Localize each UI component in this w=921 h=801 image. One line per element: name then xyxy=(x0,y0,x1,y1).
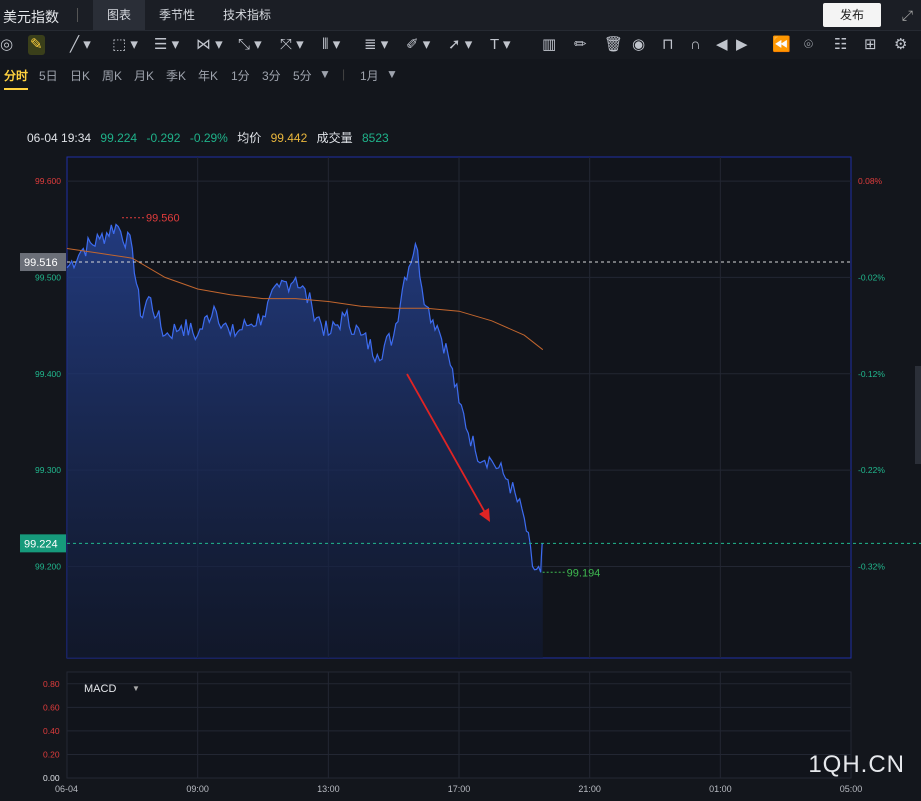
y-right-tick-label: -0.22% xyxy=(858,465,885,475)
price-chart[interactable]: 06-04 09:00 13:00 17:00 21:00 01:00 05:00 99.60… xyxy=(0,0,921,801)
x-tick-label: 09:00 xyxy=(186,784,209,794)
macd-y-tick-label: 0.60 xyxy=(43,702,60,712)
watermark: 1QH.CN xyxy=(808,751,905,778)
y-tick-label: 99.600 xyxy=(35,176,61,186)
y-tick-label: 99.300 xyxy=(35,465,61,475)
macd-y-tick-label: 0.40 xyxy=(43,726,60,736)
x-tick-label: 13:00 xyxy=(317,784,340,794)
side-panel-handle[interactable] xyxy=(915,366,921,464)
macd-y-tick-label: 0.00 xyxy=(43,773,60,783)
y-tick-label: 99.500 xyxy=(35,272,61,282)
y-right-tick-label: -0.02% xyxy=(858,272,885,282)
high-marker-label: 99.560 xyxy=(146,213,180,225)
prev-close-label: 99.516 xyxy=(24,257,58,269)
x-tick-label: 21:00 xyxy=(578,784,601,794)
macd-y-tick-label: 0.80 xyxy=(43,679,60,689)
y-right-tick-label: -0.32% xyxy=(858,561,885,571)
macd-label[interactable]: MACD xyxy=(84,683,116,695)
macd-y-tick-label: 0.20 xyxy=(43,749,60,759)
x-tick-label: 06-04 xyxy=(55,784,78,794)
x-tick-label: 01:00 xyxy=(709,784,732,794)
macd-dropdown-icon[interactable]: ▼ xyxy=(132,684,140,693)
x-tick-label: 05:00 xyxy=(840,784,863,794)
low-marker-label: 99.194 xyxy=(567,567,601,579)
y-tick-label: 99.400 xyxy=(35,369,61,379)
x-tick-label: 17:00 xyxy=(448,784,471,794)
y-tick-label: 99.200 xyxy=(35,561,61,571)
y-right-tick-label: 0.08% xyxy=(858,176,883,186)
y-right-tick-label: -0.12% xyxy=(858,369,885,379)
current-price-label: 99.224 xyxy=(24,538,58,550)
